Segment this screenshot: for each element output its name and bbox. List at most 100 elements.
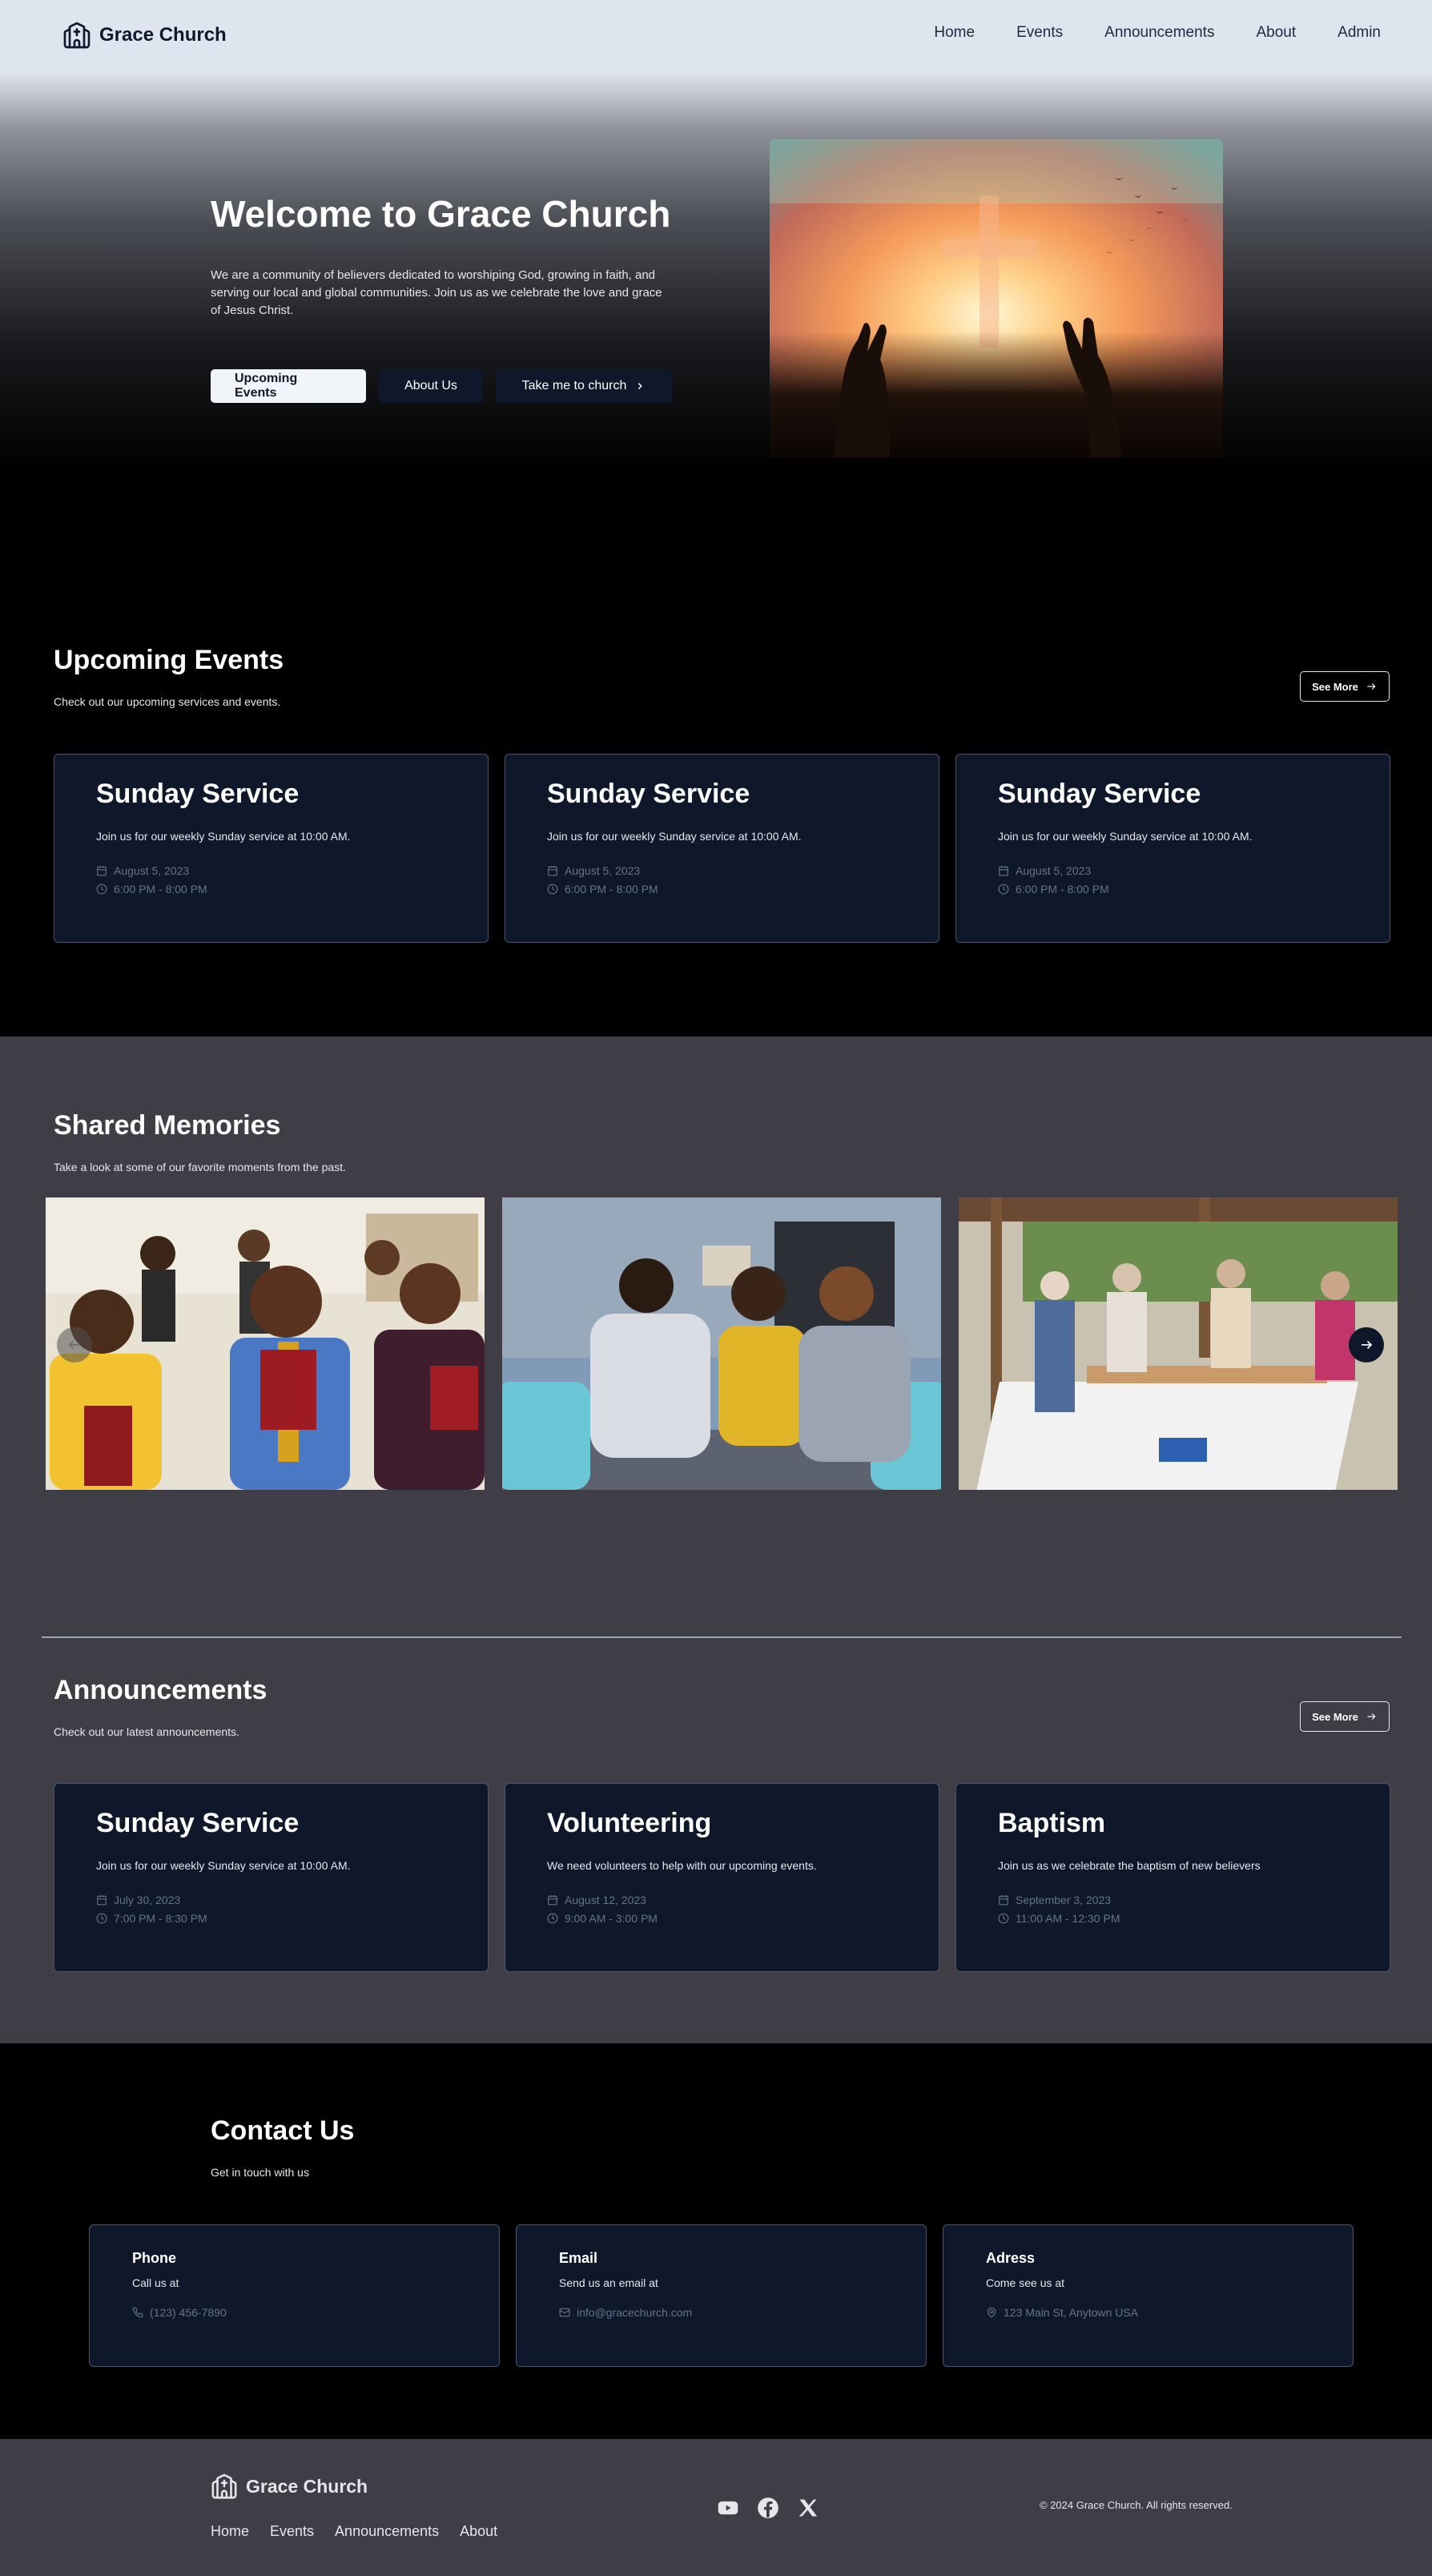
nav-links: Home Events Announcements About Admin <box>934 24 1381 42</box>
youtube-icon[interactable] <box>717 2497 739 2519</box>
nav-about-link[interactable]: About <box>1256 24 1296 42</box>
announcement-card[interactable]: Baptism Join us as we celebrate the bapt… <box>955 1783 1390 1972</box>
calendar-icon <box>548 1895 557 1906</box>
brand-logo-link[interactable]: Grace Church <box>62 21 227 50</box>
nav-admin-link[interactable]: Admin <box>1337 24 1381 42</box>
nav-home-link[interactable]: Home <box>934 24 975 42</box>
upcoming-events-button[interactable]: Upcoming Events <box>211 369 366 403</box>
footer-brand-name: Grace Church <box>246 2475 368 2497</box>
event-card[interactable]: Sunday Service Join us for our weekly Su… <box>54 754 489 943</box>
arrow-right-icon <box>1367 683 1376 690</box>
carousel-prev-button[interactable] <box>57 1327 92 1362</box>
about-us-button[interactable]: About Us <box>379 369 483 403</box>
footer: Grace Church Home Events Announcements A… <box>0 2439 1432 2576</box>
footer-links: Home Events Announcements About <box>211 2523 497 2540</box>
contact-phone-value[interactable]: (123) 456-7890 <box>132 2306 227 2319</box>
hero-title: Welcome to Grace Church <box>211 193 671 235</box>
event-description: Join us for our weekly Sunday service at… <box>998 830 1253 843</box>
announcement-time-text: 9:00 AM - 3:00 PM <box>565 1912 658 1925</box>
carousel-next-button[interactable] <box>1349 1327 1384 1362</box>
events-section-subtitle: Check out our upcoming services and even… <box>54 695 281 708</box>
events-see-more-button[interactable]: See More <box>1300 671 1390 702</box>
announcements-section-subtitle: Check out our latest announcements. <box>54 1725 239 1738</box>
announcement-card[interactable]: Sunday Service Join us for our weekly Su… <box>54 1783 489 1972</box>
announcement-description: We need volunteers to help with our upco… <box>547 1859 817 1872</box>
event-date: August 5, 2023 <box>998 864 1091 877</box>
nav-announcements-link[interactable]: Announcements <box>1104 24 1214 42</box>
calendar-icon <box>97 1895 107 1906</box>
announcement-time-text: 11:00 AM - 12:30 PM <box>1016 1912 1120 1925</box>
take-me-to-church-label: Take me to church <box>521 379 627 392</box>
arrow-right-icon <box>1367 1713 1376 1720</box>
calendar-icon <box>999 866 1008 876</box>
announcement-time: 11:00 AM - 12:30 PM <box>998 1912 1120 1925</box>
event-time: 6:00 PM - 8:00 PM <box>96 883 207 896</box>
clock-icon <box>547 883 558 895</box>
footer-social-links <box>717 2497 819 2519</box>
contact-email-text: info@gracechurch.com <box>577 2306 693 2319</box>
contact-address-value[interactable]: 123 Main St, Anytown USA <box>986 2306 1138 2319</box>
see-more-label: See More <box>1312 680 1358 693</box>
announcement-date-text: August 12, 2023 <box>565 1894 646 1906</box>
contact-card-subtitle: Send us an email at <box>559 2276 658 2289</box>
announcement-date-text: July 30, 2023 <box>114 1894 181 1906</box>
contact-email-value[interactable]: info@gracechurch.com <box>559 2306 692 2319</box>
facebook-icon[interactable] <box>757 2497 779 2519</box>
contact-card-address: Adress Come see us at 123 Main St, Anyto… <box>943 2224 1354 2367</box>
announcement-time: 7:00 PM - 8:30 PM <box>96 1912 207 1925</box>
memories-section-subtitle: Take a look at some of our favorite mome… <box>54 1161 346 1173</box>
about-us-label: About Us <box>404 379 457 392</box>
announcement-date: July 30, 2023 <box>96 1894 180 1906</box>
footer-announcements-link[interactable]: Announcements <box>335 2523 439 2540</box>
announcement-time-text: 7:00 PM - 8:30 PM <box>114 1912 207 1925</box>
event-time-text: 6:00 PM - 8:00 PM <box>114 883 207 896</box>
contact-address-text: 123 Main St, Anytown USA <box>1004 2306 1139 2319</box>
event-time: 6:00 PM - 8:00 PM <box>998 883 1109 896</box>
event-card[interactable]: Sunday Service Join us for our weekly Su… <box>505 754 939 943</box>
event-title: Sunday Service <box>547 779 750 809</box>
clock-icon <box>998 1913 1009 1924</box>
hero-section: Welcome to Grace Church We are a communi… <box>0 72 1432 569</box>
footer-events-link[interactable]: Events <box>270 2523 314 2540</box>
footer-brand-link[interactable]: Grace Church <box>211 2473 368 2500</box>
take-me-to-church-button[interactable]: Take me to church <box>496 369 672 403</box>
contact-section-subtitle: Get in touch with us <box>211 2166 309 2179</box>
contact-card-subtitle: Come see us at <box>986 2276 1065 2289</box>
contact-card-subtitle: Call us at <box>132 2276 179 2289</box>
event-description: Join us for our weekly Sunday service at… <box>96 830 351 843</box>
hero-description: We are a community of believers dedicate… <box>211 268 662 317</box>
contact-card-phone: Phone Call us at (123) 456-7890 <box>89 2224 500 2367</box>
announcement-date: September 3, 2023 <box>998 1894 1111 1906</box>
event-card[interactable]: Sunday Service Join us for our weekly Su… <box>955 754 1390 943</box>
announcements-see-more-button[interactable]: See More <box>1300 1701 1390 1732</box>
hero-buttons: Upcoming Events About Us Take me to chur… <box>211 369 672 403</box>
announcement-description: Join us for our weekly Sunday service at… <box>96 1859 351 1872</box>
announcements-section-title: Announcements <box>54 1675 267 1705</box>
church-icon <box>211 2473 237 2499</box>
small-group-discussion-photo <box>502 1197 941 1490</box>
brand-name: Grace Church <box>99 24 227 46</box>
congregation-with-bibles-photo <box>46 1197 485 1490</box>
mail-icon <box>559 2308 570 2317</box>
event-time-text: 6:00 PM - 8:00 PM <box>1016 883 1109 896</box>
contact-card-title: Email <box>559 2250 598 2266</box>
footer-about-link[interactable]: About <box>460 2523 497 2540</box>
clock-icon <box>96 1913 107 1924</box>
contact-card-title: Adress <box>986 2250 1036 2266</box>
footer-copyright: © 2024 Grace Church. All rights reserved… <box>1040 2499 1233 2511</box>
section-divider <box>42 1636 1402 1638</box>
event-time-text: 6:00 PM - 8:00 PM <box>565 883 658 896</box>
event-title: Sunday Service <box>998 779 1201 809</box>
contact-card-email: Email Send us an email at info@gracechur… <box>516 2224 927 2367</box>
see-more-label: See More <box>1312 1710 1358 1723</box>
event-date-text: August 5, 2023 <box>114 864 190 877</box>
clock-icon <box>96 883 107 895</box>
x-icon[interactable] <box>797 2497 819 2519</box>
footer-home-link[interactable]: Home <box>211 2523 249 2540</box>
top-nav: Grace Church Home Events Announcements A… <box>0 0 1432 72</box>
announcement-card[interactable]: Volunteering We need volunteers to help … <box>505 1783 939 1972</box>
contact-section-title: Contact Us <box>211 2115 355 2146</box>
arrow-right-icon <box>1362 1340 1373 1350</box>
announcement-title: Volunteering <box>547 1808 712 1838</box>
nav-events-link[interactable]: Events <box>1016 24 1063 42</box>
